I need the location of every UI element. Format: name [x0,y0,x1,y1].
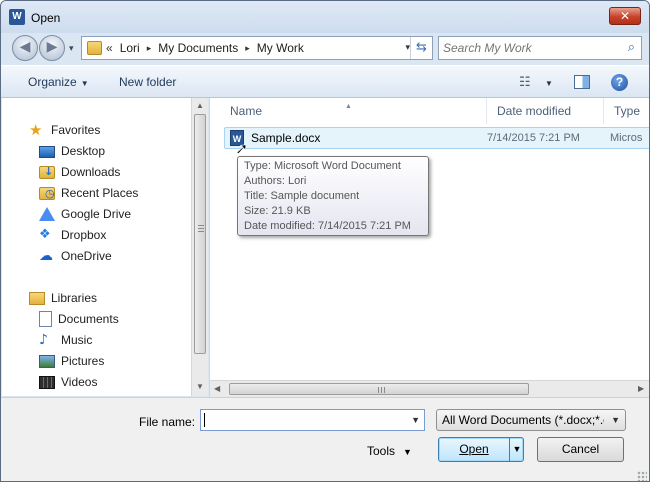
change-view-icon[interactable]: ☷ [519,75,531,90]
grip-icon [198,225,204,226]
nav-label: Videos [61,375,98,389]
back-button[interactable]: ◀ [12,35,38,61]
tooltip-title: Title: Sample document [244,190,360,202]
column-header-type[interactable]: Type [604,98,649,124]
breadcrumb-my-documents[interactable]: My Documents [158,41,238,55]
file-type-filter-value: All Word Documents (*.docx;*.d [442,413,604,427]
tooltip-authors: Authors: Lori [244,175,307,187]
preview-pane-icon[interactable] [574,75,590,89]
file-list: ▲ Name Date modified Type W Sample.docx … [209,98,649,380]
nav-label: Dropbox [61,228,107,242]
window-title: Open [31,11,61,25]
organize-button[interactable]: Organize ▼ [28,75,89,89]
column-header-name[interactable]: ▲ Name [210,98,487,124]
column-header-date-modified[interactable]: Date modified [487,98,604,124]
table-row[interactable]: W Sample.docx 7/14/2015 7:21 PM Micros [224,127,649,149]
open-button[interactable]: Open ▼ [438,437,524,462]
breadcrumb: « Lori ▸ My Documents ▸ My Work [106,41,304,55]
tooltip-size: Size: 21.9 KB [244,205,311,217]
scrollbar-thumb[interactable] [229,383,529,395]
scroll-up-icon[interactable]: ▲ [196,101,204,110]
nav-label: Favorites [51,123,101,137]
word-app-icon: W [9,9,25,25]
downloads-folder-icon [39,165,55,179]
scroll-left-icon[interactable]: ◀ [214,384,220,393]
folder-icon [87,41,102,55]
file-name-combobox[interactable]: ▼ [200,409,425,431]
nav-label: OneDrive [61,249,112,263]
dropbox-icon: ❖ [39,227,51,242]
chevron-down-icon: ▼ [403,447,412,457]
breadcrumb-lori[interactable]: Lori [120,41,140,55]
resize-grip-icon[interactable] [637,471,647,481]
breadcrumb-my-work[interactable]: My Work [257,41,304,55]
libraries-icon [29,291,45,305]
file-info-tooltip: Type: Microsoft Word Document Authors: L… [237,156,429,236]
scroll-down-icon[interactable]: ▼ [196,382,204,391]
desktop-icon [39,146,55,158]
command-toolbar: Organize ▼ New folder ☷ ▼ ? [1,65,649,98]
view-options-dropdown-icon[interactable]: ▼ [545,79,553,88]
music-icon: ♪ [39,332,48,348]
file-date-modified: 7/14/2015 7:21 PM [487,132,580,144]
breadcrumb-overflow[interactable]: « [106,41,113,55]
refresh-button[interactable]: ⇆ [410,37,432,59]
chevron-down-icon: ▼ [80,79,89,88]
grip-icon [378,387,379,393]
help-icon[interactable]: ? [611,74,628,91]
documents-icon [39,311,52,327]
column-label: Name [230,104,263,118]
navigation-pane: ★ Favorites Desktop Downloads Recent Pla… [2,98,207,396]
pictures-icon [39,354,55,368]
tools-menu-button[interactable]: Tools ▼ [367,444,412,458]
open-dialog: W Open ✕ ◀ ▶ ▾ « Lori ▸ My Documents ▸ M… [0,0,650,482]
breadcrumb-separator-icon[interactable]: ▸ [147,43,152,54]
recent-places-icon [39,186,55,200]
tooltip-date-modified: Date modified: 7/14/2015 7:21 PM [244,220,411,232]
breadcrumb-separator-icon[interactable]: ▸ [245,43,250,54]
nav-label: Music [61,333,93,347]
google-drive-icon [39,207,55,221]
scroll-right-icon[interactable]: ▶ [638,384,644,393]
new-folder-button[interactable]: New folder [119,75,176,89]
nav-label: Google Drive [61,207,132,221]
organize-label: Organize [28,75,77,89]
recent-locations-dropdown[interactable]: ▾ [69,43,74,54]
sort-ascending-icon: ▲ [345,103,352,110]
nav-label: Pictures [61,354,105,368]
tooltip-type: Type: Microsoft Word Document [244,160,401,172]
nav-label: Desktop [61,144,106,158]
file-name-dropdown-icon[interactable]: ▼ [411,415,420,425]
forward-button[interactable]: ▶ [39,35,65,61]
file-list-horizontal-scrollbar[interactable]: ◀ ▶ [209,380,649,397]
cancel-button[interactable]: Cancel [537,437,624,462]
file-type-filter-select[interactable]: All Word Documents (*.docx;*.d ▼ [436,409,626,431]
nav-label: Documents [58,312,119,326]
address-bar[interactable]: « Lori ▸ My Documents ▸ My Work ▾ ⇆ [81,36,433,60]
column-label: Type [614,104,641,118]
videos-icon [39,375,55,389]
star-icon: ★ [29,121,43,139]
open-options-dropdown-icon[interactable]: ▼ [509,438,524,461]
file-name: Sample.docx [251,131,321,145]
scrollbar-thumb[interactable] [194,114,206,354]
search-icon[interactable]: ⌕ [628,40,635,55]
open-label: Open [459,442,489,456]
tools-label: Tools [367,444,396,458]
dialog-footer: File name: ▼ All Word Documents (*.docx;… [1,397,649,481]
nav-label: Recent Places [61,186,139,200]
nav-label: Downloads [61,165,121,179]
file-name-label: File name: [139,415,196,429]
file-name-input[interactable] [205,412,400,428]
title-bar[interactable]: W Open ✕ [1,1,649,33]
onedrive-cloud-icon: ☁ [39,248,53,264]
chevron-down-icon: ▼ [611,415,620,425]
nav-pane-scrollbar[interactable]: ▲ ▼ [191,98,208,396]
close-button[interactable]: ✕ [609,7,641,25]
search-input[interactable] [443,40,613,56]
search-box[interactable]: ⌕ [438,36,642,60]
column-label: Date modified [497,104,572,118]
file-type: Micros [610,132,643,144]
nav-label: Libraries [51,291,98,305]
